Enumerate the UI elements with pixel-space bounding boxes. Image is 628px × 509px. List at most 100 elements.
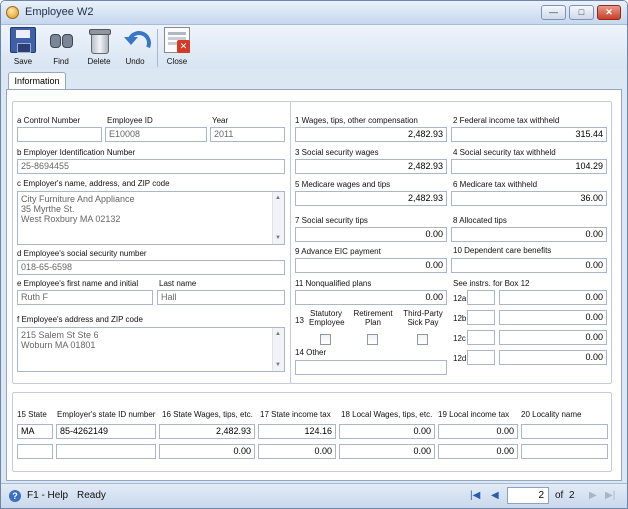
first-name-label: e Employee's first name and initial	[17, 279, 139, 288]
title-bar: Employee W2 — □ ✕	[1, 1, 627, 25]
close-window-button[interactable]: ✕	[597, 5, 621, 20]
box12c-label: 12c	[453, 334, 466, 343]
first-name-input[interactable]: Ruth F	[17, 290, 153, 305]
first-page-icon[interactable]: |◀	[470, 490, 480, 501]
retirement-plan-checkbox[interactable]	[367, 334, 378, 345]
status-text: Ready	[77, 490, 106, 501]
box9-label: 9 Advance EIC payment	[295, 247, 381, 256]
local-wages-header: 18 Local Wages, tips, etc.	[341, 410, 433, 419]
box12c-code-input[interactable]	[467, 330, 495, 345]
employer-address-label: c Employer's name, address, and ZIP code	[17, 179, 170, 188]
box5-label: 5 Medicare wages and tips	[295, 180, 391, 189]
box1-label: 1 Wages, tips, other compensation	[295, 116, 418, 125]
state-id-input[interactable]	[56, 444, 156, 459]
control-number-input[interactable]	[17, 127, 102, 142]
local-tax-input[interactable]: 0.00	[438, 424, 518, 439]
box11-label: 11 Nonqualified plans	[295, 279, 372, 288]
state-id-input[interactable]: 85-4262149	[56, 424, 156, 439]
find-icon	[48, 27, 74, 53]
undo-label: Undo	[125, 57, 145, 66]
box12a-code-input[interactable]	[467, 290, 495, 305]
box2-input[interactable]: 315.44	[451, 127, 607, 142]
close-button[interactable]: Close	[159, 27, 195, 67]
last-page-icon[interactable]: ▶|	[605, 490, 615, 501]
box14-input[interactable]	[295, 360, 447, 375]
delete-icon	[86, 27, 112, 54]
help-text[interactable]: F1 - Help	[27, 490, 68, 501]
information-panel: a Control Number Employee ID Year E10008…	[6, 89, 622, 481]
locality-input[interactable]	[521, 444, 608, 459]
local-wages-input[interactable]: 0.00	[339, 444, 435, 459]
employer-address-line: 35 Myrthe St.	[21, 204, 75, 214]
box13-label: 13	[295, 316, 304, 325]
maximize-button[interactable]: □	[569, 5, 594, 20]
employee-id-label: Employee ID	[107, 116, 153, 125]
employer-address-scrollbar[interactable]	[272, 192, 284, 244]
close-label: Close	[166, 57, 188, 66]
page-number-input[interactable]: 2	[507, 487, 549, 504]
undo-button[interactable]: Undo	[117, 27, 153, 67]
local-tax-input[interactable]: 0.00	[438, 444, 518, 459]
employer-address-textarea[interactable]: City Furniture And Appliance 35 Myrthe S…	[17, 191, 285, 245]
box8-input[interactable]: 0.00	[451, 227, 607, 242]
box1-input[interactable]: 2,482.93	[295, 127, 447, 142]
box7-label: 7 Social security tips	[295, 216, 368, 225]
box7-input[interactable]: 0.00	[295, 227, 447, 242]
employee-address-line: 215 Salem St Ste 6	[21, 330, 99, 340]
local-tax-header: 19 Local income tax	[438, 410, 510, 419]
help-icon[interactable]: ?	[9, 490, 21, 502]
next-page-icon[interactable]: ▶	[589, 490, 597, 501]
close-icon	[164, 27, 190, 53]
prev-page-icon[interactable]: ◀	[491, 490, 499, 501]
box9-input[interactable]: 0.00	[295, 258, 447, 273]
app-icon	[6, 6, 19, 19]
box12b-amount-input[interactable]: 0.00	[499, 310, 607, 325]
employer-address-line: West Roxbury MA 02132	[21, 214, 121, 224]
employer-employee-group: a Control Number Employee ID Year E10008…	[12, 101, 292, 384]
toolbar-separator	[157, 29, 158, 67]
locality-input[interactable]	[521, 424, 608, 439]
retirement-plan-label: Retirement Plan	[353, 309, 393, 327]
box12b-label: 12b	[453, 314, 467, 323]
save-button[interactable]: Save	[5, 27, 41, 67]
state-wages-input[interactable]: 0.00	[159, 444, 255, 459]
find-button[interactable]: Find	[43, 27, 79, 67]
state-header: 15 State	[17, 410, 47, 419]
box3-input[interactable]: 2,482.93	[295, 159, 447, 174]
page-of-label: of	[555, 490, 564, 501]
tab-information[interactable]: Information	[8, 72, 66, 90]
box4-label: 4 Social security tax withheld	[453, 148, 556, 157]
statutory-employee-checkbox[interactable]	[320, 334, 331, 345]
state-tax-input[interactable]: 124.16	[258, 424, 336, 439]
ssn-input[interactable]: 018-65-6598	[17, 260, 285, 275]
box6-input[interactable]: 36.00	[451, 191, 607, 206]
employee-id-input[interactable]: E10008	[105, 127, 207, 142]
state-id-header: Employer's state ID number	[57, 410, 156, 419]
status-bar: ? F1 - Help Ready |◀ ◀ 2 of 2 ▶ ▶|	[1, 483, 627, 508]
box12c-amount-input[interactable]: 0.00	[499, 330, 607, 345]
state-tax-input[interactable]: 0.00	[258, 444, 336, 459]
state-input[interactable]: MA	[17, 424, 53, 439]
delete-button[interactable]: Delete	[81, 27, 117, 67]
year-input[interactable]: 2011	[210, 127, 285, 142]
ein-input[interactable]: 25-8694455	[17, 159, 285, 174]
box10-input[interactable]: 0.00	[451, 258, 607, 273]
box5-input[interactable]: 2,482.93	[295, 191, 447, 206]
box12b-code-input[interactable]	[467, 310, 495, 325]
third-party-sick-pay-checkbox[interactable]	[417, 334, 428, 345]
third-party-sick-pay-label: Third-Party Sick Pay	[403, 309, 443, 327]
box11-input[interactable]: 0.00	[295, 290, 447, 305]
employee-address-scrollbar[interactable]	[272, 328, 284, 371]
minimize-button[interactable]: —	[541, 5, 566, 20]
last-name-input[interactable]: Hall	[157, 290, 285, 305]
state-wages-input[interactable]: 2,482.93	[159, 424, 255, 439]
box12d-amount-input[interactable]: 0.00	[499, 350, 607, 365]
box12a-amount-input[interactable]: 0.00	[499, 290, 607, 305]
employee-address-textarea[interactable]: 215 Salem St Ste 6 Woburn MA 01801	[17, 327, 285, 372]
local-wages-input[interactable]: 0.00	[339, 424, 435, 439]
box4-input[interactable]: 104.29	[451, 159, 607, 174]
box14-label: 14 Other	[295, 348, 327, 357]
box12d-code-input[interactable]	[467, 350, 495, 365]
last-name-label: Last name	[159, 279, 197, 288]
state-input[interactable]	[17, 444, 53, 459]
